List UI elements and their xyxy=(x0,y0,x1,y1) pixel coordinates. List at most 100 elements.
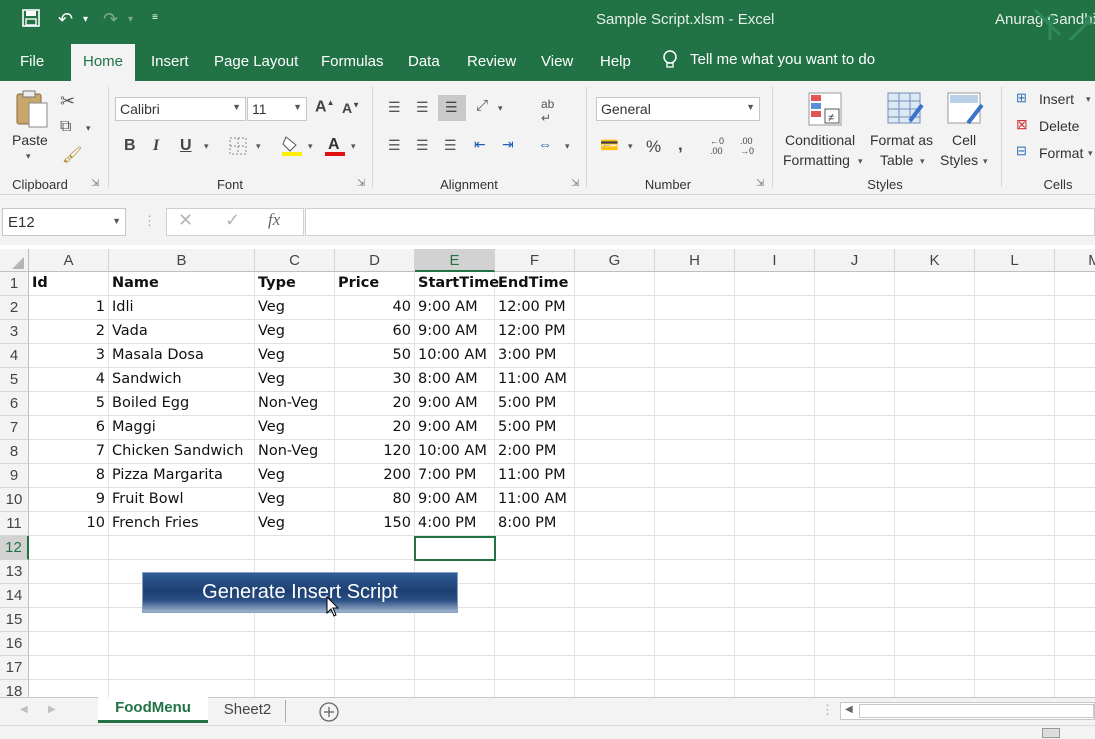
table-cell[interactable]: Price xyxy=(335,272,415,296)
table-cell[interactable]: 20 xyxy=(335,392,415,416)
table-cell[interactable]: Maggi xyxy=(109,416,255,440)
table-cell[interactable]: 5 xyxy=(29,392,109,416)
empty-cell[interactable] xyxy=(975,296,1055,320)
merge-center-icon[interactable]: ⇔ xyxy=(538,136,552,152)
delete-cells-button[interactable]: Delete xyxy=(1039,118,1079,134)
empty-cell[interactable] xyxy=(655,584,735,608)
empty-cell[interactable] xyxy=(29,536,109,560)
table-cell[interactable]: Non-Veg xyxy=(255,392,335,416)
drag-handle-icon[interactable]: ⋮ xyxy=(143,213,156,229)
empty-cell[interactable] xyxy=(575,440,655,464)
empty-cell[interactable] xyxy=(575,680,655,697)
table-cell[interactable]: 60 xyxy=(335,320,415,344)
row-header-6[interactable]: 6 xyxy=(0,392,29,416)
empty-cell[interactable] xyxy=(575,584,655,608)
customize-quick-access-icon[interactable]: ≡ xyxy=(152,12,158,23)
empty-cell[interactable] xyxy=(735,488,815,512)
column-header-h[interactable]: H xyxy=(655,249,735,272)
empty-cell[interactable] xyxy=(1055,656,1095,680)
empty-cell[interactable] xyxy=(1055,392,1095,416)
empty-cell[interactable] xyxy=(895,440,975,464)
empty-cell[interactable] xyxy=(735,320,815,344)
table-cell[interactable]: 150 xyxy=(335,512,415,536)
bold-icon[interactable]: B xyxy=(124,137,136,155)
italic-icon[interactable]: I xyxy=(153,137,159,155)
table-cell[interactable]: 5:00 PM xyxy=(495,416,575,440)
format-painter-icon[interactable]: 🖌 xyxy=(62,145,82,165)
row-header-3[interactable]: 3 xyxy=(0,320,29,344)
table-cell[interactable]: 7 xyxy=(29,440,109,464)
bottom-align-icon[interactable]: ☰ xyxy=(438,95,466,121)
conditional-formatting-button[interactable]: Conditional xyxy=(785,132,855,148)
empty-cell[interactable] xyxy=(415,656,495,680)
empty-cell[interactable] xyxy=(495,584,575,608)
paste-icon[interactable] xyxy=(14,89,50,132)
table-cell[interactable]: 6 xyxy=(29,416,109,440)
empty-cell[interactable] xyxy=(1055,488,1095,512)
redo-dropdown-icon[interactable]: ▾ xyxy=(128,14,133,25)
empty-cell[interactable] xyxy=(975,680,1055,697)
empty-cell[interactable] xyxy=(895,560,975,584)
sheet-tab-foodmenu[interactable]: FoodMenu xyxy=(98,697,208,723)
empty-cell[interactable] xyxy=(1055,464,1095,488)
scroll-sheets-right-icon[interactable]: ▶ xyxy=(48,704,56,715)
column-header-g[interactable]: G xyxy=(575,249,655,272)
empty-cell[interactable] xyxy=(735,584,815,608)
row-header-9[interactable]: 9 xyxy=(0,464,29,488)
table-cell[interactable]: 11:00 AM xyxy=(495,368,575,392)
empty-cell[interactable] xyxy=(1055,320,1095,344)
empty-cell[interactable] xyxy=(655,272,735,296)
empty-cell[interactable] xyxy=(895,296,975,320)
table-cell[interactable]: 3:00 PM xyxy=(495,344,575,368)
tab-help[interactable]: Help xyxy=(600,53,631,70)
format-cells-icon[interactable]: ⊟ xyxy=(1016,143,1027,159)
empty-cell[interactable] xyxy=(1055,512,1095,536)
table-cell[interactable]: Chicken Sandwich xyxy=(109,440,255,464)
conditional-formatting-button-line2[interactable]: Formatting xyxy=(783,152,850,168)
empty-cell[interactable] xyxy=(975,656,1055,680)
empty-cell[interactable] xyxy=(109,680,255,697)
column-header-m[interactable]: M xyxy=(1055,249,1095,272)
empty-cell[interactable] xyxy=(575,416,655,440)
table-cell[interactable]: Sandwich xyxy=(109,368,255,392)
column-header-d[interactable]: D xyxy=(335,249,415,272)
empty-cell[interactable] xyxy=(895,536,975,560)
table-cell[interactable]: 9:00 AM xyxy=(415,488,495,512)
table-cell[interactable]: 2:00 PM xyxy=(495,440,575,464)
name-box[interactable]: E12 ▼ xyxy=(2,208,126,236)
save-icon[interactable] xyxy=(22,9,40,32)
empty-cell[interactable] xyxy=(655,560,735,584)
decrease-decimal-icon[interactable]: .00 →0 xyxy=(740,136,754,156)
font-color-dropdown-icon[interactable]: ▾ xyxy=(351,141,356,152)
column-header-l[interactable]: L xyxy=(975,249,1055,272)
tab-insert[interactable]: Insert xyxy=(151,53,189,70)
format-cells-button[interactable]: Format xyxy=(1039,145,1083,161)
copy-dropdown-icon[interactable]: ▾ xyxy=(86,123,91,134)
paste-button[interactable]: Paste xyxy=(12,132,48,148)
tab-file[interactable]: File xyxy=(20,53,44,70)
scrollbar-thumb[interactable] xyxy=(859,704,1094,718)
merge-dropdown-icon[interactable]: ▾ xyxy=(565,141,570,152)
empty-cell[interactable] xyxy=(575,392,655,416)
empty-cell[interactable] xyxy=(109,632,255,656)
table-cell[interactable]: 40 xyxy=(335,296,415,320)
empty-cell[interactable] xyxy=(895,392,975,416)
empty-cell[interactable] xyxy=(1055,296,1095,320)
empty-cell[interactable] xyxy=(815,272,895,296)
empty-cell[interactable] xyxy=(1055,368,1095,392)
empty-cell[interactable] xyxy=(895,584,975,608)
number-launcher-icon[interactable]: ⇲ xyxy=(756,178,764,189)
empty-cell[interactable] xyxy=(735,680,815,697)
empty-cell[interactable] xyxy=(735,512,815,536)
table-cell[interactable]: 10 xyxy=(29,512,109,536)
empty-cell[interactable] xyxy=(735,272,815,296)
table-cell[interactable]: 3 xyxy=(29,344,109,368)
empty-cell[interactable] xyxy=(815,632,895,656)
table-cell[interactable]: Non-Veg xyxy=(255,440,335,464)
empty-cell[interactable] xyxy=(575,368,655,392)
row-header-10[interactable]: 10 xyxy=(0,488,29,512)
comma-style-icon[interactable]: , xyxy=(678,135,683,155)
table-cell[interactable]: 30 xyxy=(335,368,415,392)
empty-cell[interactable] xyxy=(975,464,1055,488)
table-cell[interactable]: Veg xyxy=(255,416,335,440)
